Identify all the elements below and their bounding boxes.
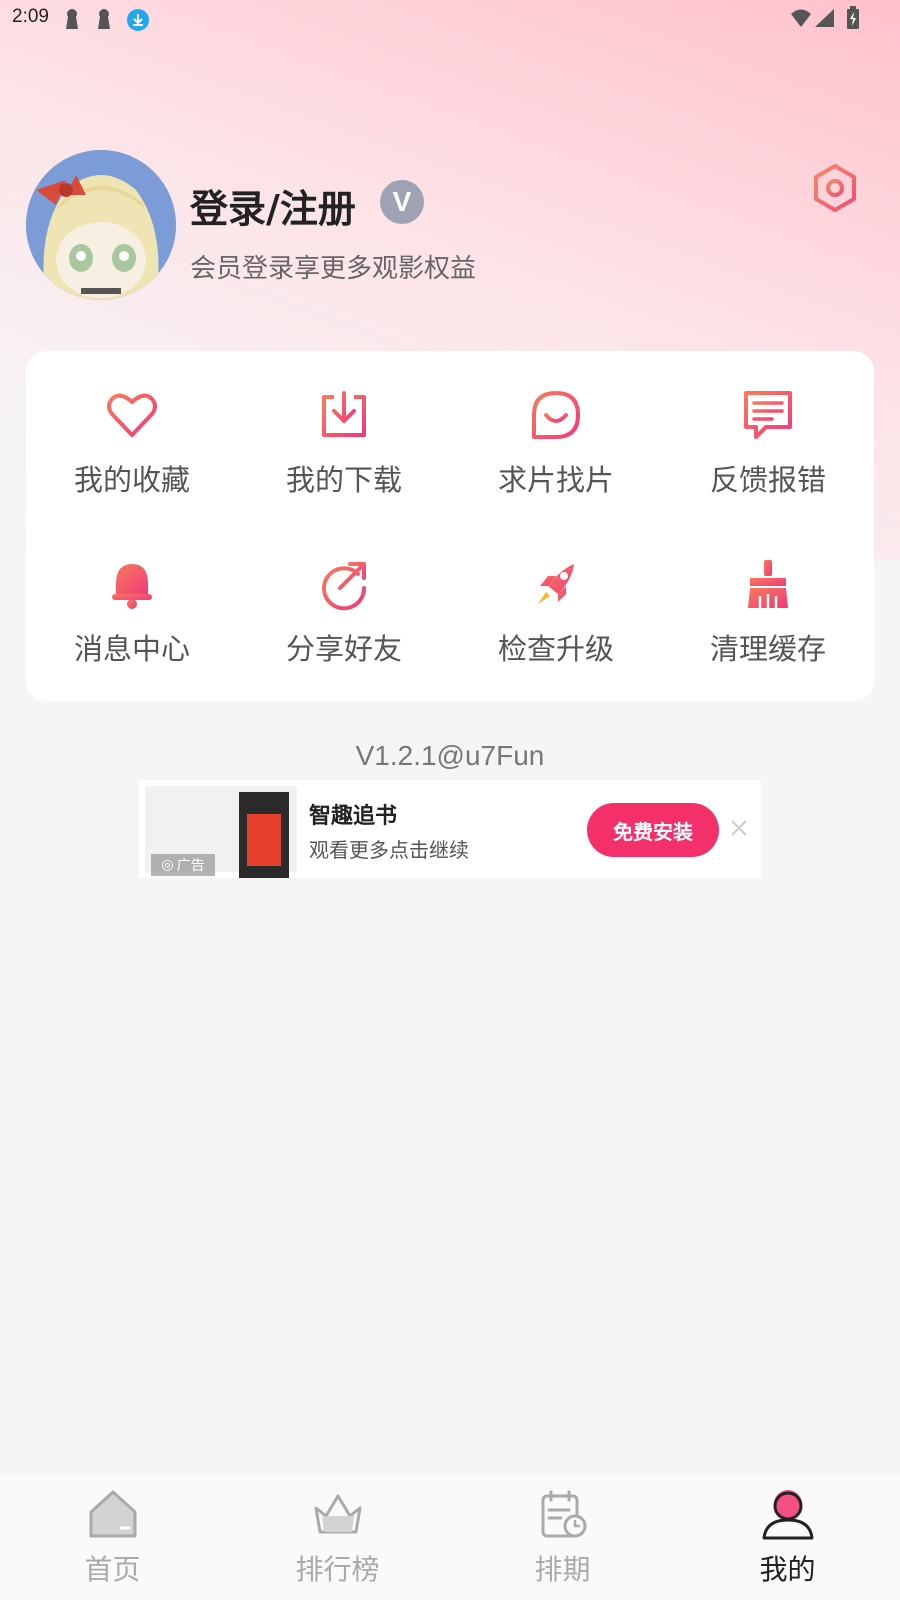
schedule-icon xyxy=(541,1490,586,1538)
download-notification-icon xyxy=(127,9,149,31)
menu-item-share[interactable]: 分享好友 xyxy=(238,526,450,701)
login-register-link[interactable]: 登录/注册 xyxy=(190,178,356,233)
nav-item-home[interactable]: 首页 xyxy=(0,1474,225,1600)
nav-label: 我的 xyxy=(759,1553,816,1586)
crown-icon xyxy=(314,1494,361,1534)
menu-item-favorites[interactable]: 我的收藏 xyxy=(26,351,238,526)
ad-tag: ◎ 广告 xyxy=(151,854,215,876)
avatar[interactable] xyxy=(26,150,176,300)
menu-item-label: 清理缓存 xyxy=(709,632,826,666)
login-subtitle: 会员登录享更多观影权益 xyxy=(190,254,477,284)
menu-item-label: 我的下载 xyxy=(285,463,402,497)
ad-thumbnail: ◎ 广告 xyxy=(145,786,297,878)
heart-icon xyxy=(107,393,157,437)
menu-item-clear-cache[interactable]: 清理缓存 xyxy=(662,526,874,701)
nav-label: 排行榜 xyxy=(295,1553,380,1586)
app-version: V1.2.1@u7Fun xyxy=(355,740,545,771)
menu-item-label: 我的收藏 xyxy=(73,463,190,497)
nav-label: 首页 xyxy=(84,1553,141,1586)
ad-banner[interactable]: ◎ 广告 智趣追书 观看更多点击继续 免费安装 xyxy=(139,780,761,878)
menu-item-update[interactable]: 检查升级 xyxy=(450,526,662,701)
signal-icon xyxy=(815,9,834,27)
nav-item-profile[interactable]: 我的 xyxy=(675,1474,900,1600)
feedback-icon xyxy=(744,391,792,439)
ad-install-button[interactable]: 免费安装 xyxy=(587,803,719,857)
smile-chat-icon xyxy=(532,391,580,439)
settings-hexagon-icon[interactable] xyxy=(810,162,860,214)
ad-phone-image xyxy=(239,792,289,878)
close-icon[interactable] xyxy=(729,818,749,838)
status-time: 2:09 xyxy=(12,6,49,27)
menu-item-messages[interactable]: 消息中心 xyxy=(26,526,238,701)
menu-item-request[interactable]: 求片找片 xyxy=(450,351,662,526)
nav-item-schedule[interactable]: 排期 xyxy=(450,1474,675,1600)
menu-item-label: 求片找片 xyxy=(497,463,614,497)
ad-logo-icon: ◎ xyxy=(161,857,174,873)
rocket-icon xyxy=(538,564,574,604)
download-icon xyxy=(322,391,366,437)
keyhole-notification-icon xyxy=(66,9,78,29)
profile-icon xyxy=(762,1490,813,1540)
vip-badge: V xyxy=(380,180,424,224)
menu-item-label: 检查升级 xyxy=(497,632,614,666)
ad-title: 智趣追书 xyxy=(309,804,398,829)
menu-card: 我的收藏 我的下载 求片找片 反馈报错 消息中心 分享好友 检查升级 清理缓存 xyxy=(26,351,874,701)
avatar-image xyxy=(26,150,176,300)
profile-page: 2:09 登录/注册 V 会员登录享更多观影权益 我的收藏 我的下载 求片找片 … xyxy=(0,0,900,1600)
broom-icon xyxy=(748,560,788,608)
ad-description: 观看更多点击继续 xyxy=(309,838,469,862)
battery-icon xyxy=(847,6,859,29)
home-icon xyxy=(89,1490,136,1538)
status-bar: 2:09 xyxy=(0,0,900,40)
nav-item-ranking[interactable]: 排行榜 xyxy=(225,1474,450,1600)
nav-label: 排期 xyxy=(534,1553,591,1586)
wifi-icon xyxy=(791,9,811,27)
share-icon xyxy=(322,562,367,611)
menu-item-label: 反馈报错 xyxy=(709,463,826,497)
bell-icon xyxy=(112,564,152,609)
menu-item-label: 消息中心 xyxy=(73,632,190,666)
menu-item-feedback[interactable]: 反馈报错 xyxy=(662,351,874,526)
menu-item-label: 分享好友 xyxy=(285,632,402,666)
bottom-nav: 首页 排行榜 排期 我的 xyxy=(0,1474,900,1600)
menu-item-downloads[interactable]: 我的下载 xyxy=(238,351,450,526)
keyhole-notification-icon-2 xyxy=(98,9,110,29)
